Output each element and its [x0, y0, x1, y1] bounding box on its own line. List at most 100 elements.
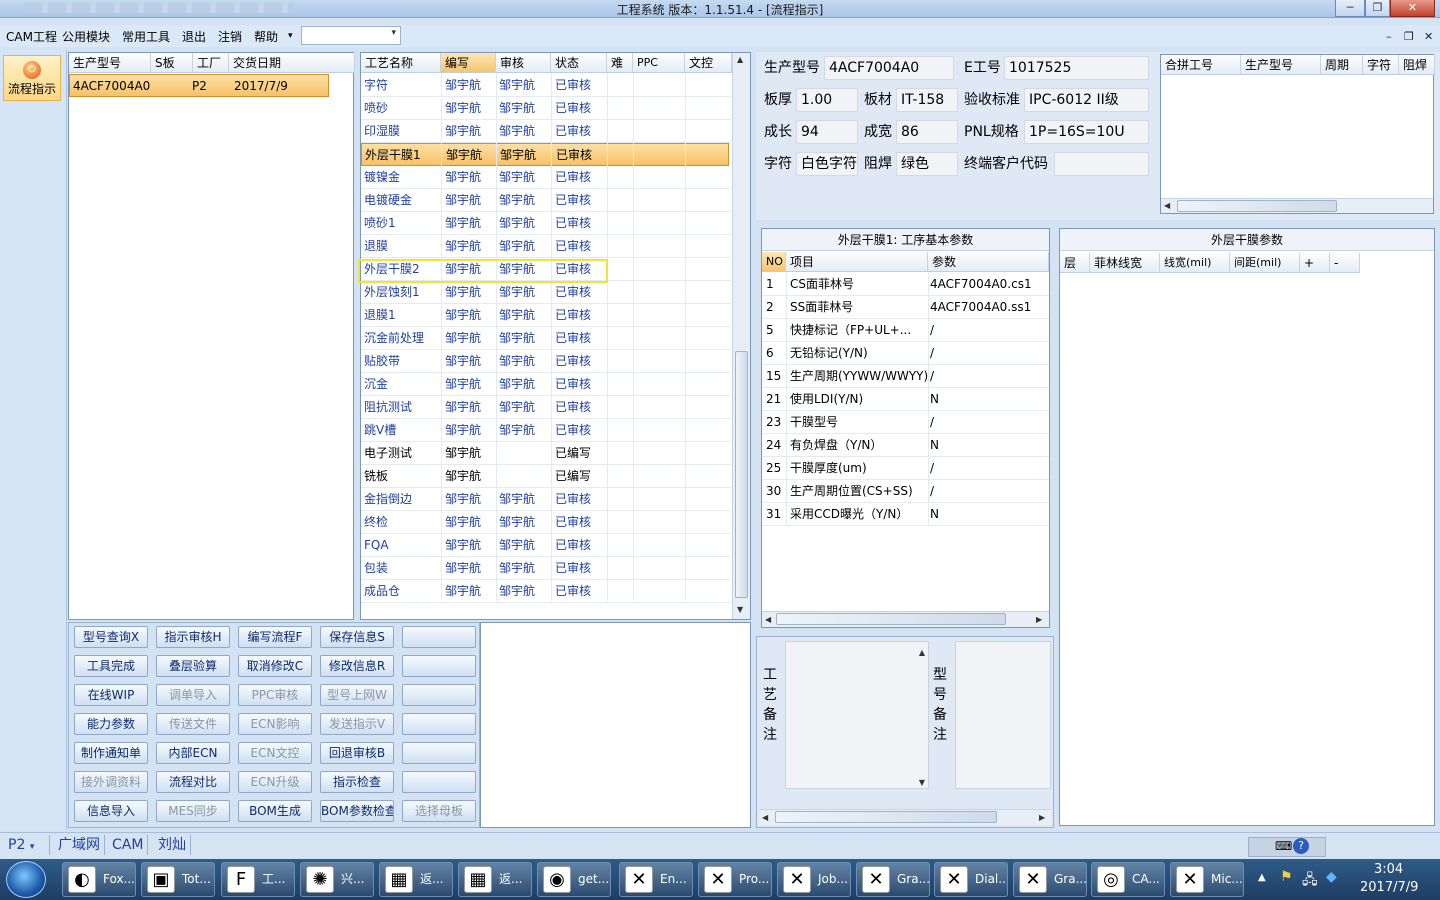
- table-row[interactable]: 喷砂 邹宇航 邹宇航 已审核: [361, 97, 731, 120]
- table-row[interactable]: 退膜1 邹宇航 邹宇航 已审核: [361, 304, 731, 327]
- keyboard-icon[interactable]: ⌨: [1275, 839, 1292, 853]
- action-button[interactable]: 型号上网W: [320, 684, 394, 706]
- taskbar-button[interactable]: ✕ Mic...: [1170, 862, 1244, 897]
- menu-help[interactable]: 帮助: [254, 28, 278, 45]
- action-button[interactable]: 在线WIP: [74, 684, 148, 706]
- action-button[interactable]: 传送文件: [156, 713, 230, 735]
- col-spacing-mil[interactable]: 间距(mil): [1230, 253, 1300, 273]
- col-linewidth-mil[interactable]: 线宽(mil): [1160, 253, 1230, 273]
- table-row[interactable]: 4ACF7004A0 P2 2017/7/9: [69, 74, 329, 97]
- action-button[interactable]: PPC审核: [238, 684, 312, 706]
- col-merge-mask[interactable]: 阻焊: [1399, 55, 1435, 75]
- table-row[interactable]: 23 干膜型号 /: [762, 411, 1049, 434]
- taskbar-button[interactable]: ◉ get...: [537, 862, 611, 897]
- table-row[interactable]: 包装 邹宇航 邹宇航 已审核: [361, 557, 731, 580]
- taskbar-button[interactable]: ▦ 返...: [458, 862, 532, 897]
- action-button[interactable]: 编写流程F: [238, 626, 312, 648]
- scroll-left-icon[interactable]: ◀: [1164, 201, 1170, 210]
- taskbar-button[interactable]: ◐ Fox...: [62, 862, 136, 897]
- col-param[interactable]: 参数: [928, 252, 1049, 272]
- action-button[interactable]: MES同步: [156, 800, 230, 822]
- scroll-right-icon[interactable]: ▶: [1039, 813, 1045, 822]
- scroll-down-icon[interactable]: ▼: [919, 778, 925, 787]
- tray-app-icon[interactable]: ◆: [1326, 869, 1337, 885]
- action-button[interactable]: 修改信息R: [320, 655, 394, 677]
- add-column-button[interactable]: +: [1300, 253, 1330, 273]
- blank-button[interactable]: [402, 655, 476, 677]
- remarks-hscroll[interactable]: ◀ ▶: [759, 809, 1051, 825]
- width-field[interactable]: 86: [896, 120, 958, 144]
- action-button[interactable]: 选择母板: [402, 800, 476, 822]
- table-row[interactable]: 21 使用LDI(Y/N) N: [762, 388, 1049, 411]
- action-button[interactable]: 内部ECN: [156, 742, 230, 764]
- char-field[interactable]: 白色字符: [796, 152, 858, 176]
- col-process-name[interactable]: 工艺名称: [361, 53, 441, 73]
- action-button[interactable]: 信息导入: [74, 800, 148, 822]
- taskbar-button[interactable]: F 工...: [221, 862, 295, 897]
- table-row[interactable]: 30 生产周期位置(CS+SS) /: [762, 480, 1049, 503]
- merge-hscroll-thumb[interactable]: [1177, 200, 1337, 212]
- col-item[interactable]: 项目: [786, 252, 928, 272]
- model-remark-textarea[interactable]: [955, 641, 1051, 789]
- table-row[interactable]: 跳V槽 邹宇航 邹宇航 已审核: [361, 419, 731, 442]
- plant-selector[interactable]: P2 ▾: [4, 835, 50, 855]
- table-row[interactable]: FQA 邹宇航 邹宇航 已审核: [361, 534, 731, 557]
- table-row[interactable]: 外层干膜1 邹宇航 邹宇航 已审核: [361, 143, 729, 166]
- col-merge-cycle[interactable]: 周期: [1321, 55, 1363, 75]
- mdi-minimize-icon[interactable]: –: [1386, 30, 1392, 43]
- menu-public-module[interactable]: 公用模块: [62, 28, 110, 45]
- table-row[interactable]: 喷砂1 邹宇航 邹宇航 已审核: [361, 212, 731, 235]
- table-row[interactable]: 1 CS面菲林号 4ACF7004A0.cs1: [762, 273, 1049, 296]
- merge-hscroll[interactable]: ◀: [1161, 198, 1433, 213]
- table-row[interactable]: 25 干膜厚度(um) /: [762, 457, 1049, 480]
- pnl-field[interactable]: 1P=16S=10U: [1024, 120, 1149, 144]
- table-row[interactable]: 外层蚀刻1 邹宇航 邹宇航 已审核: [361, 281, 731, 304]
- scroll-down-icon[interactable]: ▼: [737, 605, 743, 614]
- splitter-handle[interactable]: [354, 300, 359, 360]
- action-button[interactable]: 能力参数: [74, 713, 148, 735]
- blank-button[interactable]: [402, 713, 476, 735]
- menu-cam[interactable]: CAM工程: [6, 28, 57, 45]
- taskbar-button[interactable]: ✕ Dial...: [934, 862, 1008, 897]
- action-button[interactable]: 叠层验算: [156, 655, 230, 677]
- start-button[interactable]: [6, 861, 46, 898]
- remarks-hscroll-thumb[interactable]: [775, 811, 997, 823]
- menu-common-tools[interactable]: 常用工具: [122, 28, 170, 45]
- col-no[interactable]: NO: [762, 252, 786, 272]
- process-vscroll-thumb[interactable]: [735, 351, 748, 598]
- taskbar-button[interactable]: ▣ Tot...: [141, 862, 215, 897]
- taskbar-button[interactable]: ✕ Pro...: [698, 862, 772, 897]
- scroll-up-icon[interactable]: ▲: [737, 55, 743, 64]
- col-merge-char[interactable]: 字符: [1363, 55, 1399, 75]
- mdi-restore-icon[interactable]: ❐: [1404, 30, 1414, 43]
- action-button[interactable]: 指示检查: [320, 771, 394, 793]
- col-s-board[interactable]: S板: [151, 53, 193, 73]
- action-button[interactable]: 制作通知单: [74, 742, 148, 764]
- grow-field[interactable]: 94: [796, 120, 858, 144]
- menu-combo-box[interactable]: [301, 26, 401, 45]
- mask-field[interactable]: 绿色: [896, 152, 958, 176]
- col-factory[interactable]: 工厂: [193, 53, 229, 73]
- tab-user[interactable]: 刘灿: [154, 835, 191, 855]
- process-remark-textarea[interactable]: ▲ ▼: [785, 641, 929, 789]
- table-row[interactable]: 24 有负焊盘（Y/N） N: [762, 434, 1049, 457]
- col-merge-no[interactable]: 合拼工号: [1161, 55, 1241, 75]
- menu-exit[interactable]: 退出: [182, 28, 206, 45]
- col-merge-model[interactable]: 生产型号: [1241, 55, 1321, 75]
- params-hscroll[interactable]: ◀ ▶: [762, 611, 1049, 627]
- action-button[interactable]: 回退审核B: [320, 742, 394, 764]
- e-no-field[interactable]: 1017525: [1004, 56, 1149, 80]
- blank-button[interactable]: [402, 684, 476, 706]
- table-row[interactable]: 终检 邹宇航 邹宇航 已审核: [361, 511, 731, 534]
- action-button[interactable]: 工具完成: [74, 655, 148, 677]
- tray-up-icon[interactable]: ▲: [1258, 872, 1266, 883]
- remove-column-button[interactable]: -: [1330, 253, 1360, 273]
- table-row[interactable]: 2 SS面菲林号 4ACF7004A0.ss1: [762, 296, 1049, 319]
- action-button[interactable]: ECN升级: [238, 771, 312, 793]
- model-field[interactable]: 4ACF7004A0: [824, 56, 954, 80]
- menu-logout[interactable]: 注销: [218, 28, 242, 45]
- action-button[interactable]: BOM生成: [238, 800, 312, 822]
- col-difficulty[interactable]: 难: [607, 53, 633, 73]
- taskbar-button[interactable]: ✕ En...: [619, 862, 693, 897]
- col-status[interactable]: 状态: [551, 53, 607, 73]
